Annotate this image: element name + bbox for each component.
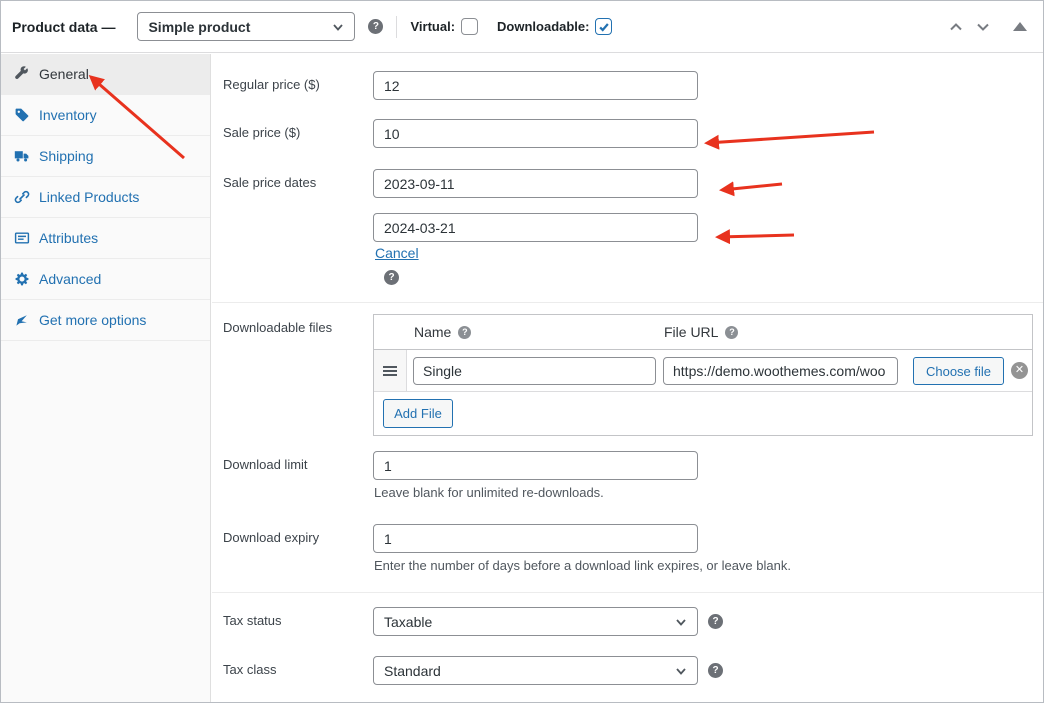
- download-limit-help: Leave blank for unlimited re-downloads.: [374, 485, 604, 500]
- tab-shipping[interactable]: Shipping: [1, 136, 210, 177]
- regular-price-input[interactable]: [373, 71, 698, 100]
- help-icon[interactable]: ?: [368, 19, 383, 34]
- panel-title: Product data —: [12, 19, 115, 35]
- add-file-button[interactable]: Add File: [383, 399, 453, 428]
- card-icon: [14, 230, 30, 246]
- tab-general[interactable]: General: [1, 54, 210, 95]
- sale-price-dates-label: Sale price dates: [223, 175, 368, 190]
- tag-icon: [14, 107, 30, 123]
- choose-file-button[interactable]: Choose file: [913, 357, 1004, 385]
- files-table-footer: Add File: [374, 392, 1032, 435]
- help-icon[interactable]: ?: [384, 270, 399, 285]
- download-expiry-input[interactable]: [373, 524, 698, 553]
- delete-file-icon[interactable]: ✕: [1011, 362, 1028, 379]
- wrench-icon: [14, 66, 30, 82]
- help-icon[interactable]: ?: [708, 663, 723, 678]
- virtual-checkbox[interactable]: [461, 18, 478, 35]
- product-type-select[interactable]: Simple product: [137, 12, 355, 41]
- tax-class-value: Standard: [384, 663, 675, 679]
- tax-status-label: Tax status: [223, 613, 368, 628]
- tab-label: Attributes: [39, 230, 98, 246]
- chevron-down-icon: [675, 616, 687, 628]
- downloadable-checkbox[interactable]: [595, 18, 612, 35]
- download-limit-label: Download limit: [223, 457, 368, 472]
- sale-price-input[interactable]: [373, 119, 698, 148]
- files-table-header: Name ? File URL ?: [374, 315, 1032, 350]
- regular-price-label: Regular price ($): [223, 77, 368, 92]
- sale-date-from-input[interactable]: [373, 169, 698, 198]
- tax-class-select[interactable]: Standard: [373, 656, 698, 685]
- pennant-icon: [14, 312, 30, 328]
- gear-icon: [14, 271, 30, 287]
- file-row: Choose file ✕: [374, 350, 1032, 392]
- tab-label: Inventory: [39, 107, 97, 123]
- product-data-tabs: General Inventory Shipping Linked Produc…: [1, 54, 211, 702]
- help-icon[interactable]: ?: [725, 326, 738, 339]
- help-icon[interactable]: ?: [708, 614, 723, 629]
- tab-label: Advanced: [39, 271, 101, 287]
- downloadable-files-label: Downloadable files: [223, 320, 368, 335]
- name-column-header: Name: [414, 324, 451, 340]
- tax-status-value: Taxable: [384, 614, 675, 630]
- drag-handle-icon: [383, 366, 397, 376]
- downloadable-label: Downloadable:: [497, 19, 589, 34]
- file-url-input[interactable]: [663, 357, 898, 385]
- sale-price-label: Sale price ($): [223, 125, 368, 140]
- collapse-toggle-icon[interactable]: [1013, 22, 1027, 31]
- checkmark-icon: [598, 21, 610, 33]
- tax-class-label: Tax class: [223, 662, 368, 677]
- file-url-column-header: File URL: [664, 324, 718, 340]
- move-up-button[interactable]: [946, 17, 966, 37]
- move-down-button[interactable]: [973, 17, 993, 37]
- tab-get-more-options[interactable]: Get more options: [1, 300, 210, 341]
- download-expiry-label: Download expiry: [223, 530, 368, 545]
- drag-handle[interactable]: [374, 350, 407, 391]
- tab-label: Get more options: [39, 312, 146, 328]
- tax-status-select[interactable]: Taxable: [373, 607, 698, 636]
- cancel-sale-link[interactable]: Cancel: [375, 245, 419, 261]
- download-limit-input[interactable]: [373, 451, 698, 480]
- file-name-input[interactable]: [413, 357, 656, 385]
- header-divider: [396, 16, 397, 38]
- tab-advanced[interactable]: Advanced: [1, 259, 210, 300]
- help-icon[interactable]: ?: [458, 326, 471, 339]
- chevron-down-icon: [975, 19, 991, 35]
- tab-label: Shipping: [39, 148, 94, 164]
- tab-attributes[interactable]: Attributes: [1, 218, 210, 259]
- tab-linked-products[interactable]: Linked Products: [1, 177, 210, 218]
- truck-icon: [14, 148, 30, 164]
- product-data-panel: Product data — Simple product ? Virtual:…: [0, 0, 1044, 703]
- section-divider: [212, 302, 1043, 303]
- tab-label: Linked Products: [39, 189, 139, 205]
- download-expiry-help: Enter the number of days before a downlo…: [374, 558, 791, 573]
- chevron-down-icon: [332, 21, 344, 33]
- downloadable-files-table: Name ? File URL ? Choose file ✕ Add File: [373, 314, 1033, 436]
- general-tab-content: Regular price ($) Sale price ($) Sale pr…: [212, 54, 1043, 702]
- panel-header: Product data — Simple product ? Virtual:…: [1, 1, 1043, 53]
- chevron-down-icon: [675, 665, 687, 677]
- link-icon: [14, 189, 30, 205]
- tab-label: General: [39, 66, 89, 82]
- sale-date-to-input[interactable]: [373, 213, 698, 242]
- virtual-label: Virtual:: [410, 19, 455, 34]
- product-type-value: Simple product: [148, 19, 332, 35]
- chevron-up-icon: [948, 19, 964, 35]
- tab-inventory[interactable]: Inventory: [1, 95, 210, 136]
- section-divider: [212, 592, 1043, 593]
